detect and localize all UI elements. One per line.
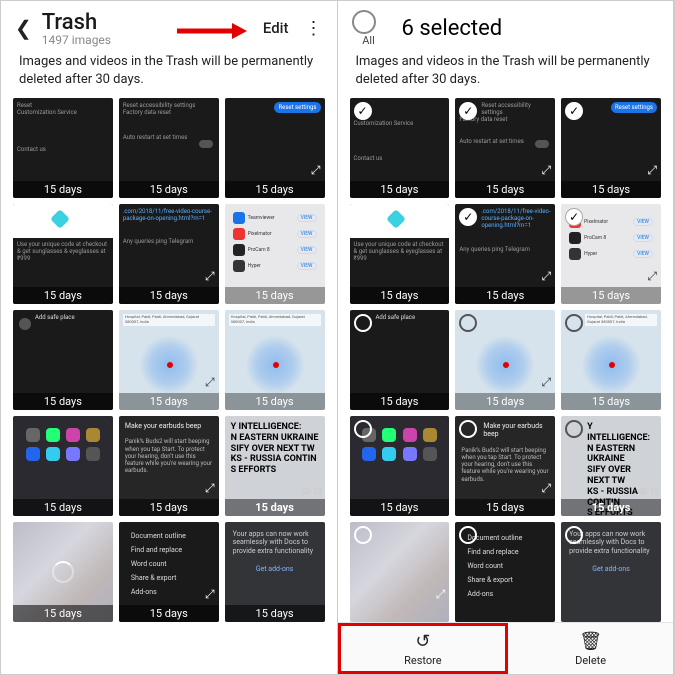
thumbnail[interactable]: .com/2018/11/free-video-course-package-o… [119, 204, 219, 304]
expand-icon: ⤢ [205, 269, 215, 284]
check-icon: ✓ [565, 102, 583, 120]
check-circle-icon [354, 314, 372, 332]
thumbnail[interactable]: Hospital, Paldi, Paldi, Ahmedabad, Gujar… [561, 310, 661, 410]
thumbnail[interactable]: ✓ .com/2018/11/free-video-course-package… [455, 204, 555, 304]
thumbnail[interactable]: Hospital, Paldi, Paldi, Ahmedabad, Gujar… [119, 310, 219, 410]
thumbnail[interactable]: 15 days [13, 416, 113, 516]
restore-button[interactable]: ↺ Restore [338, 623, 509, 674]
thumbnail[interactable]: Make your earbuds beep Panik% Buds2 will… [119, 416, 219, 516]
check-icon: ✓ [354, 102, 372, 120]
thumbnail[interactable]: Reset settings ⤢ 15 days [225, 98, 325, 198]
thumbnail[interactable]: Hospital, Paldi, Paldi, Ahmedabad, Gujar… [225, 310, 325, 410]
delete-button[interactable]: 🗑 Delete [508, 623, 673, 674]
select-header: All 6 selected [338, 1, 674, 49]
thumbnail[interactable]: ⤢ 15 days [455, 310, 555, 410]
thumbnail[interactable]: Reset Customization Service Contact us 1… [13, 98, 113, 198]
selection-count: 6 selected [402, 16, 503, 41]
expand-icon: ⤢ [542, 375, 552, 390]
thumbnail[interactable]: Make your earbuds beep Panik% Buds2 will… [455, 416, 555, 516]
expand-icon: ⤢ [542, 163, 552, 178]
expand-icon: ⤢ [311, 163, 321, 178]
select-all-circle-icon [352, 10, 376, 34]
loading-spinner-icon [52, 561, 74, 583]
eye-icon: 👁 12 [301, 487, 322, 497]
check-icon: ✓ [459, 208, 477, 226]
notice-text: Images and videos in the Trash will be p… [1, 49, 337, 98]
expand-icon: ⤢ [647, 269, 657, 284]
thumbnail[interactable]: Your apps can now work seamlessly with D… [561, 522, 661, 622]
thumbnail[interactable]: Y INTELLIGENCE: N EASTERN UKRAINE SIFY O… [561, 416, 661, 516]
thumbnail[interactable]: Your apps can now work seamlessly with D… [225, 522, 325, 622]
kebab-menu-icon[interactable]: ⋮ [305, 18, 323, 39]
reset-settings-button: Reset settings [611, 102, 657, 113]
expand-icon: ⤢ [542, 269, 552, 284]
reset-settings-button: Reset settings [274, 102, 320, 113]
select-mode-panel: All 6 selected Images and videos in the … [338, 1, 675, 674]
check-circle-icon [459, 314, 477, 332]
eye-icon: 👁 12 [638, 487, 659, 497]
thumbnail[interactable]: Use your unique code at checkout & get s… [13, 204, 113, 304]
check-circle-icon [565, 420, 583, 438]
thumbnail[interactable]: 15 days [13, 522, 113, 622]
title-block: Trash 1497 images [42, 10, 263, 47]
thumbnail[interactable]: Add safe place 15 days [13, 310, 113, 410]
view-mode-panel: ❮ Trash 1497 images Edit ⋮ Images and vi… [1, 1, 338, 674]
thumbnail[interactable]: Document outline Find and replace Word c… [455, 522, 555, 622]
toggle-icon [535, 140, 549, 148]
toggle-icon [199, 140, 213, 148]
thumbnail-grid: ✓ Customization Service Contact us 15 da… [338, 98, 674, 622]
thumbnail-grid: Reset Customization Service Contact us 1… [1, 98, 337, 674]
expand-icon: ⤢ [205, 375, 215, 390]
thumbnail[interactable]: ⤢ [350, 522, 450, 622]
check-circle-icon [354, 420, 372, 438]
notice-text: Images and videos in the Trash will be p… [338, 49, 674, 98]
thumbnail[interactable]: 15 days [350, 416, 450, 516]
thumbnail[interactable]: ✓ PixelmatorVIEW ProCam 8VIEW HyperVIEW … [561, 204, 661, 304]
restore-icon: ↺ [415, 631, 430, 652]
expand-icon: ⤢ [647, 163, 657, 178]
image-count: 1497 images [42, 33, 263, 47]
thumbnail[interactable]: Document outline Find and replace Word c… [119, 522, 219, 622]
expand-icon: ⤢ [436, 587, 446, 602]
page-title: Trash [42, 10, 263, 35]
thumbnail[interactable]: TeamviewerVIEW PixelmatorVIEW ProCam 8VI… [225, 204, 325, 304]
view-header: ❮ Trash 1497 images Edit ⋮ [1, 1, 337, 49]
thumbnail[interactable]: Reset accessibility settings Factory dat… [119, 98, 219, 198]
check-circle-icon [459, 420, 477, 438]
expand-icon: ⤢ [542, 481, 552, 496]
edit-button[interactable]: Edit [263, 19, 289, 37]
thumbnail[interactable]: ✓ Reset settings ⤢ 15 days [561, 98, 661, 198]
trash-icon: 🗑 [579, 631, 602, 652]
thumbnail[interactable]: ✓ Reset accessibility settings Factory d… [455, 98, 555, 198]
thumbnail[interactable]: Y INTELLIGENCE: N EASTERN UKRAINE SIFY O… [225, 416, 325, 516]
check-circle-icon [565, 314, 583, 332]
bottom-action-bar: ↺ Restore 🗑 Delete [338, 622, 674, 674]
back-icon[interactable]: ❮ [15, 16, 32, 40]
expand-icon: ⤢ [205, 481, 215, 496]
thumbnail[interactable]: ✓ Use your unique code at checkout & get… [350, 204, 450, 304]
select-all-button[interactable]: All [352, 10, 386, 47]
check-circle-icon [354, 526, 372, 544]
thumbnail[interactable]: Add safe place 15 days [350, 310, 450, 410]
thumbnail[interactable]: ✓ Customization Service Contact us 15 da… [350, 98, 450, 198]
